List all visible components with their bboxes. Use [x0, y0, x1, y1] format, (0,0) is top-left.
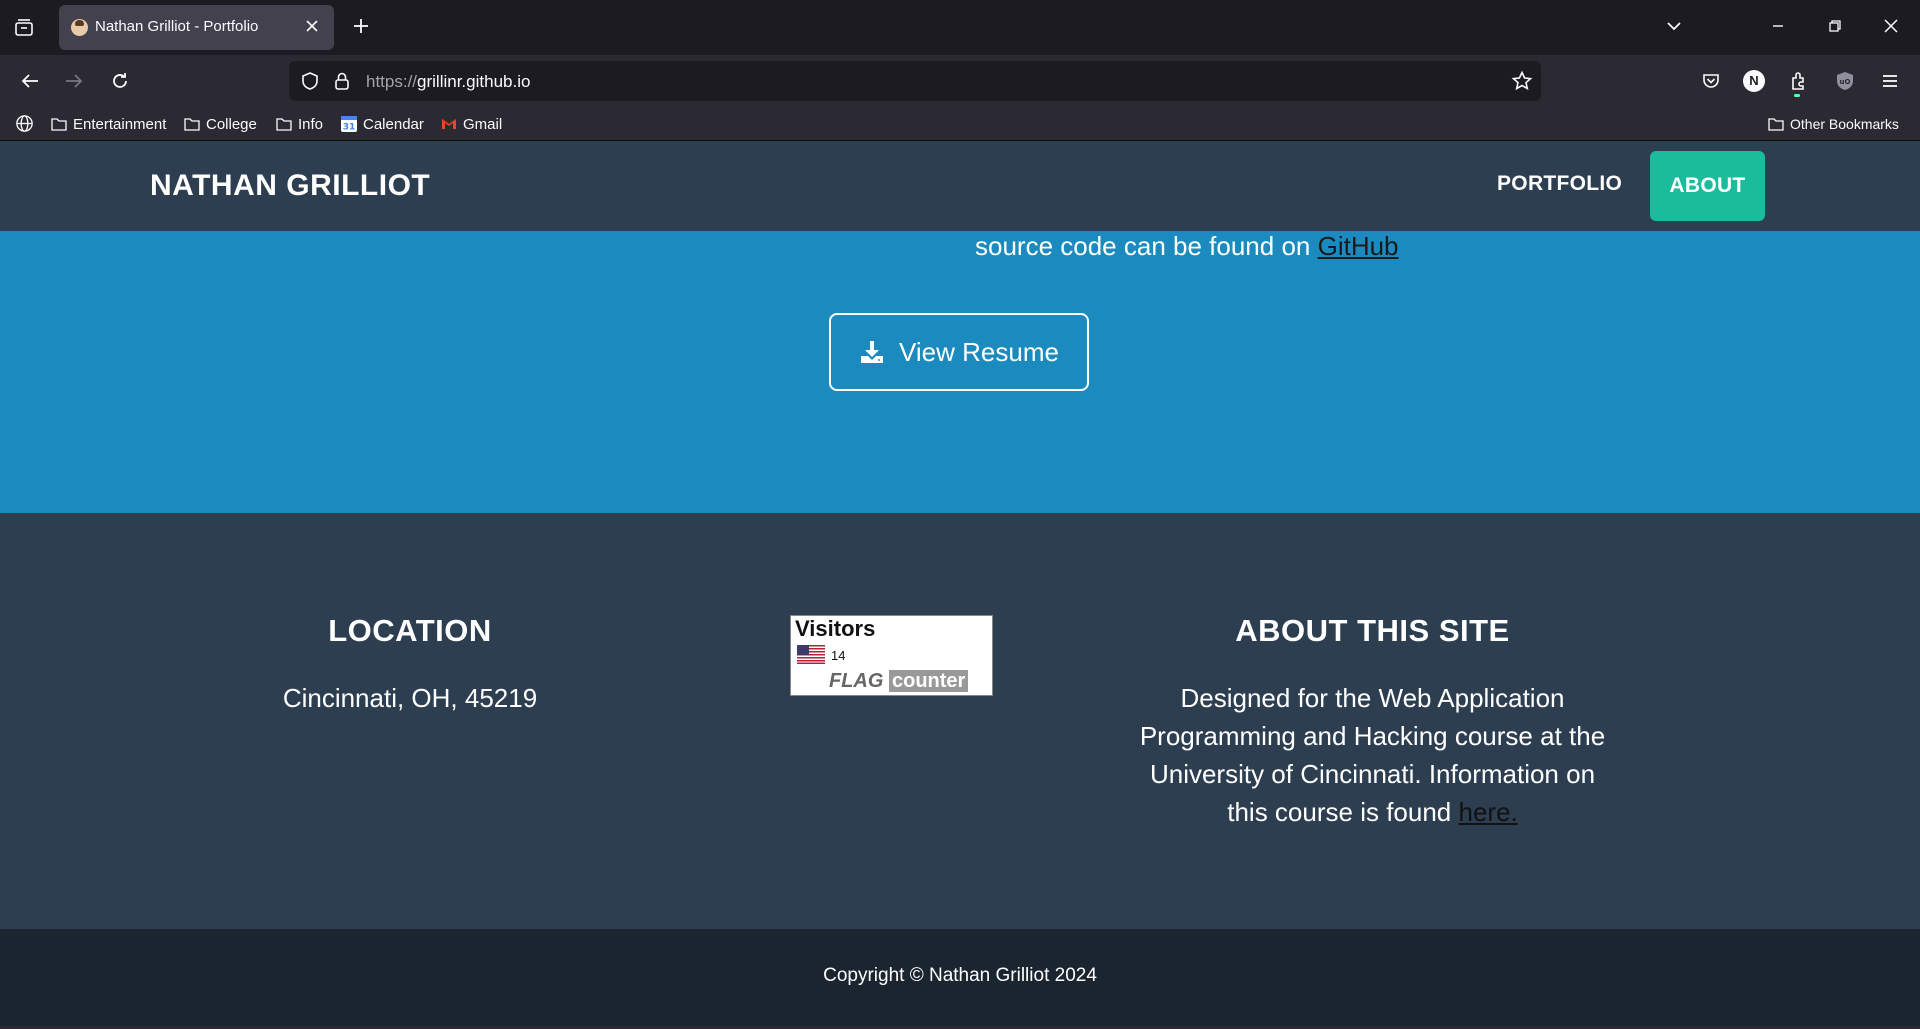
forward-arrow-icon[interactable] — [63, 70, 85, 92]
bookmark-label: Gmail — [463, 115, 503, 133]
bookmark-label: Info — [298, 115, 324, 133]
us-flag-icon — [797, 645, 825, 664]
pocket-icon[interactable] — [1700, 70, 1722, 92]
address-bar[interactable]: https://grillinr.github.io — [289, 61, 1541, 101]
download-icon — [861, 341, 884, 363]
new-tab-icon[interactable] — [351, 16, 371, 36]
nav-portfolio-link[interactable]: PORTFOLIO — [1497, 172, 1622, 196]
other-bookmarks[interactable]: Other Bookmarks — [1767, 114, 1899, 134]
restore-icon[interactable] — [1825, 16, 1845, 36]
bookmark-gmail[interactable]: Gmail — [440, 114, 502, 134]
folder-icon — [51, 118, 67, 131]
bookmarks-toolbar: Entertainment College Info 31 Calendar G… — [0, 107, 1920, 141]
view-resume-button[interactable]: View Resume — [829, 313, 1089, 391]
bookmark-label: Calendar — [363, 115, 424, 133]
flag-counter-logo: FLAG counter — [829, 670, 969, 693]
chevron-down-icon[interactable] — [1664, 16, 1684, 36]
menu-hamburger-icon[interactable] — [1879, 70, 1901, 92]
about-site-text: Designed for the Web Application Program… — [1139, 683, 1606, 827]
close-tab-icon[interactable] — [302, 16, 322, 36]
browser-tab-strip: Nathan Grilliot - Portfolio — [0, 0, 1920, 55]
active-tab[interactable]: Nathan Grilliot - Portfolio — [59, 5, 334, 50]
svg-text:uO: uO — [1840, 78, 1851, 86]
about-section: source code can be found on GitHub View … — [0, 231, 1920, 513]
bookmark-info[interactable]: Info — [275, 114, 323, 134]
bookmark-entertainment[interactable]: Entertainment — [50, 114, 166, 134]
view-resume-label: View Resume — [899, 336, 1059, 367]
page-viewport: NATHAN GRILLIOT PORTFOLIO ABOUT source c… — [0, 141, 1920, 1029]
minimize-icon[interactable] — [1768, 16, 1788, 36]
site-footer: LOCATION Cincinnati, OH, 45219 Visitors … — [0, 513, 1920, 929]
bookmark-star-icon[interactable] — [1511, 70, 1533, 92]
visitors-title: Visitors — [795, 616, 876, 641]
visitors-count: 14 — [831, 648, 846, 663]
location-heading: LOCATION — [328, 613, 492, 648]
tab-favicon — [71, 19, 88, 36]
nav-about-link[interactable]: ABOUT — [1650, 151, 1765, 221]
tab-title: Nathan Grilliot - Portfolio — [95, 18, 259, 35]
extension-indicator — [1794, 94, 1800, 97]
shield-icon[interactable] — [299, 70, 321, 92]
lock-icon[interactable] — [332, 70, 352, 92]
bookmark-label: Entertainment — [73, 115, 167, 133]
gmail-icon — [441, 118, 457, 129]
browser-toolbar: https://grillinr.github.io N uO — [0, 55, 1920, 107]
github-link[interactable]: GitHub — [1318, 231, 1399, 261]
folder-icon — [184, 118, 200, 131]
extensions-icon[interactable] — [1788, 70, 1810, 92]
folder-icon — [1768, 118, 1784, 131]
about-site-heading: ABOUT THIS SITE — [1235, 613, 1510, 648]
url-text[interactable]: https://grillinr.github.io — [366, 72, 530, 92]
site-navbar: NATHAN GRILLIOT PORTFOLIO ABOUT — [0, 141, 1920, 231]
location-text: Cincinnati, OH, 45219 — [282, 683, 538, 713]
site-brand[interactable]: NATHAN GRILLIOT — [150, 169, 430, 203]
copyright-text: Copyright © Nathan Grilliot 2024 — [823, 965, 1097, 986]
course-info-link[interactable]: here. — [1458, 797, 1517, 827]
calendar-icon: 31 — [341, 116, 357, 133]
ublock-shield-icon[interactable]: uO — [1834, 70, 1856, 92]
profile-avatar[interactable]: N — [1743, 70, 1765, 92]
bookmark-calendar[interactable]: 31 Calendar — [340, 114, 424, 134]
close-window-icon[interactable] — [1881, 16, 1901, 36]
tab-list-icon[interactable] — [12, 16, 36, 40]
svg-text:31: 31 — [343, 123, 356, 133]
reload-icon[interactable] — [109, 70, 131, 92]
bookmark-college[interactable]: College — [183, 114, 257, 134]
flag-counter-widget[interactable]: Visitors 14 FLAG counter — [790, 615, 993, 696]
source-code-text: source code can be found on GitHub — [975, 231, 1399, 261]
bookmark-label: College — [206, 115, 257, 133]
back-arrow-icon[interactable] — [19, 70, 41, 92]
other-bookmarks-label: Other Bookmarks — [1790, 116, 1899, 132]
location-column: LOCATION Cincinnati, OH, 45219 — [220, 613, 600, 717]
copyright-bar: Copyright © Nathan Grilliot 2024 — [0, 929, 1920, 1029]
folder-icon — [276, 118, 292, 131]
about-site-column: ABOUT THIS SITE Designed for the Web App… — [1130, 613, 1615, 831]
globe-icon[interactable] — [14, 113, 35, 134]
